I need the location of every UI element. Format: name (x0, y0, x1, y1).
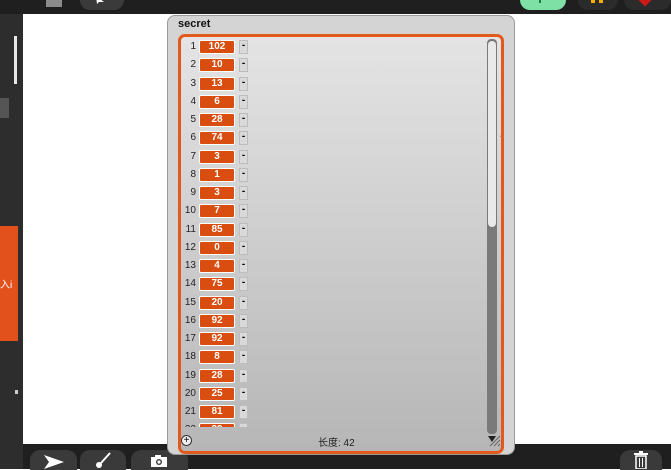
item-index: 7 (190, 150, 196, 162)
item-index: 11 (185, 223, 196, 235)
delete-item-button[interactable]: - (239, 277, 248, 292)
item-value-cell[interactable]: 85 (199, 222, 235, 237)
delete-item-button[interactable]: - (239, 259, 248, 273)
item-index: 6 (190, 132, 196, 144)
item-index: 4 (190, 95, 196, 107)
item-value-cell[interactable]: 74 (199, 131, 235, 146)
delete-item-button[interactable]: - (239, 240, 248, 255)
delete-item-button[interactable]: - (239, 149, 248, 164)
item-value-cell[interactable]: 3 (199, 149, 235, 164)
panel-handle[interactable] (0, 98, 9, 118)
delete-item-button[interactable]: - (239, 204, 248, 219)
stop-button[interactable] (624, 0, 671, 10)
delete-item-button[interactable]: - (239, 40, 248, 54)
item-value-cell[interactable]: 13 (199, 76, 235, 91)
item-value-cell[interactable]: 6 (199, 94, 235, 109)
item-value-cell[interactable]: 25 (199, 386, 235, 401)
item-value-cell[interactable]: 92 (199, 332, 235, 346)
scrollbar[interactable] (487, 39, 497, 434)
item-value-cell[interactable]: 4 (199, 259, 235, 273)
collapse-arrow-icon[interactable]: ◀ (500, 132, 501, 140)
paintbrush-icon (96, 452, 111, 468)
item-value-cell[interactable]: 10 (199, 58, 235, 73)
item-value-cell[interactable]: 8 (199, 350, 235, 365)
green-flag-button[interactable] (520, 0, 566, 10)
top-toolbar (0, 0, 671, 14)
delete-item-button[interactable]: - (239, 76, 248, 91)
list-frame: 1 102-2 10-3 13-4 6-5 28-6 74-7 3-8 1-9 3-10 7-11 8… (178, 34, 504, 454)
cursor-arrow-button[interactable] (80, 0, 124, 10)
item-index: 12 (184, 241, 196, 253)
trash-icon (634, 451, 648, 469)
item-index: 22 (181, 422, 196, 427)
item-index: 10 (184, 205, 196, 217)
delete-item-button[interactable]: - (239, 386, 248, 401)
list-watcher[interactable]: secret 1 102-2 10-3 13-4 6-5 28-6 74-7 3-8 1-9 3-… (167, 15, 515, 455)
left-category-label: 入i (0, 280, 13, 291)
item-index: 17 (184, 333, 196, 344)
item-index: 16 (184, 314, 196, 326)
item-index: 13 (184, 260, 196, 271)
delete-item-button[interactable]: - (239, 113, 248, 127)
left-panel: 入i (0, 14, 23, 469)
delete-item-button[interactable]: - (239, 423, 248, 427)
delete-item-button[interactable]: - (239, 131, 248, 146)
item-index: 19 (184, 369, 196, 381)
pause-button[interactable] (578, 0, 618, 10)
left-category-tab[interactable]: 入i (0, 226, 18, 341)
delete-item-button[interactable]: - (239, 295, 248, 310)
camera-icon (151, 455, 167, 467)
delete-item-button[interactable]: - (239, 350, 248, 365)
item-index: 18 (184, 351, 196, 363)
panel-divider[interactable] (14, 36, 17, 84)
delete-item-button[interactable]: - (239, 186, 248, 200)
paintbrush-button[interactable] (80, 450, 126, 470)
cursor-arrow-icon (96, 0, 104, 4)
item-index: 14 (184, 278, 196, 290)
item-value-cell[interactable]: 102 (199, 40, 235, 54)
item-value-cell[interactable]: 7 (199, 204, 235, 219)
panel-grip (15, 390, 18, 394)
delete-item-button[interactable]: - (239, 94, 248, 109)
item-index: 15 (184, 296, 196, 308)
item-value-cell[interactable]: 28 (199, 113, 235, 127)
turtle-arrow-icon (44, 455, 64, 469)
scrollbar-thumb[interactable] (488, 41, 496, 227)
item-value-cell[interactable]: 0 (199, 240, 235, 255)
add-item-button[interactable]: + (181, 435, 192, 446)
item-index: 2 (190, 59, 196, 71)
resize-grip-icon[interactable] (487, 433, 501, 447)
list-length-label: 长度: 42 (318, 438, 355, 449)
delete-item-button[interactable]: - (239, 222, 248, 237)
delete-item-button[interactable]: - (239, 405, 248, 419)
item-index: 1 (190, 41, 196, 52)
item-index: 21 (184, 406, 196, 417)
item-index: 9 (190, 187, 196, 198)
delete-item-button[interactable]: - (239, 313, 248, 328)
list-items[interactable]: 1 102-2 10-3 13-4 6-5 28-6 74-7 3-8 1-9 3-10 7-11 8… (181, 37, 481, 427)
delete-item-button[interactable]: - (239, 332, 248, 346)
green-flag-icon (539, 0, 541, 3)
item-value-cell[interactable]: 3 (199, 186, 235, 200)
item-value-cell[interactable]: 20 (199, 295, 235, 310)
turtle-arrow-button[interactable] (30, 450, 77, 470)
item-value-cell[interactable]: 75 (199, 277, 235, 292)
item-index: 20 (184, 387, 196, 399)
item-value-cell[interactable]: 81 (199, 405, 235, 419)
delete-item-button[interactable]: - (239, 58, 248, 73)
delete-item-button[interactable]: - (239, 167, 248, 182)
item-index: 3 (190, 77, 196, 89)
stop-square-icon[interactable] (46, 0, 62, 7)
item-value-cell[interactable]: 39 (199, 423, 235, 427)
item-value-cell[interactable]: 1 (199, 167, 235, 182)
item-index: 5 (190, 114, 196, 125)
item-value-cell[interactable]: 92 (199, 313, 235, 328)
delete-item-button[interactable]: - (239, 368, 248, 383)
item-index: 8 (190, 168, 196, 180)
stop-sign-icon (636, 0, 654, 7)
watcher-title: secret (178, 18, 211, 30)
item-value-cell[interactable]: 28 (199, 368, 235, 383)
trash-button[interactable] (620, 450, 662, 470)
